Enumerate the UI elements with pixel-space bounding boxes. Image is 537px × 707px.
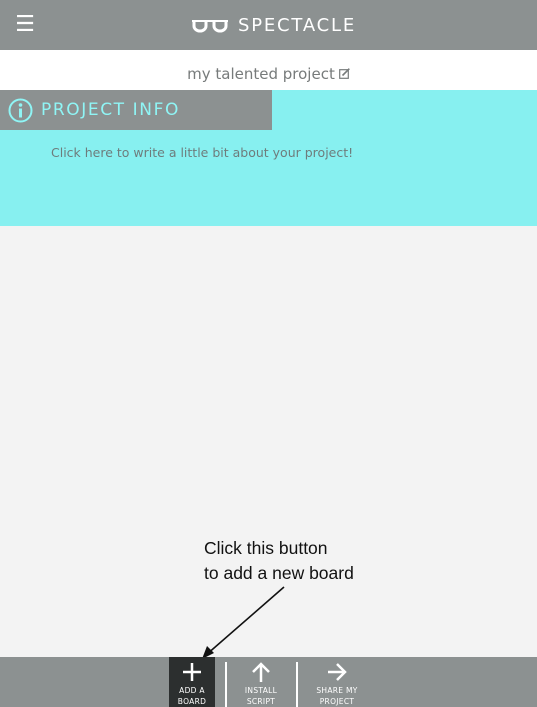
annotation-line-1: Click this button [204,538,328,558]
glasses-icon [192,20,228,33]
project-info-tab[interactable]: PROJECT INFO [0,90,272,130]
add-board-button[interactable]: ADD A BOARD [169,657,215,707]
app-name: SPECTACLE [238,14,356,36]
project-description[interactable]: Click here to write a little bit about y… [51,145,353,161]
share-project-label: SHARE MY PROJECT [316,686,358,706]
info-icon [8,98,33,123]
arrow-right-icon [328,663,347,681]
project-title-text: my talented project [187,65,335,83]
project-title-bar: my talented project [0,50,537,90]
project-title[interactable]: my talented project [187,65,350,83]
toolbar-divider [296,662,298,707]
logo[interactable]: SPECTACLE [191,13,356,37]
edit-icon[interactable] [338,68,350,79]
project-info-panel: PROJECT INFO Click here to write a littl… [0,90,537,226]
install-script-label: INSTALL SCRIPT [244,686,278,706]
annotation-arrow [202,586,285,659]
top-bar: ☰ SPECTACLE [0,0,537,50]
toolbar-divider [225,662,227,707]
project-info-label: PROJECT INFO [41,100,180,120]
bottom-toolbar: ADD A BOARD INSTALL SCRIPT SHARE MY PROJ… [0,657,537,707]
share-project-button[interactable]: SHARE MY PROJECT [309,657,365,707]
annotation-text: Click this button to add a new board [204,536,354,586]
arrow-up-icon [252,662,270,682]
plus-icon [183,663,201,681]
hamburger-icon[interactable]: ☰ [14,14,36,36]
install-script-button[interactable]: INSTALL SCRIPT [238,657,284,707]
add-board-label: ADD A BOARD [177,686,207,706]
